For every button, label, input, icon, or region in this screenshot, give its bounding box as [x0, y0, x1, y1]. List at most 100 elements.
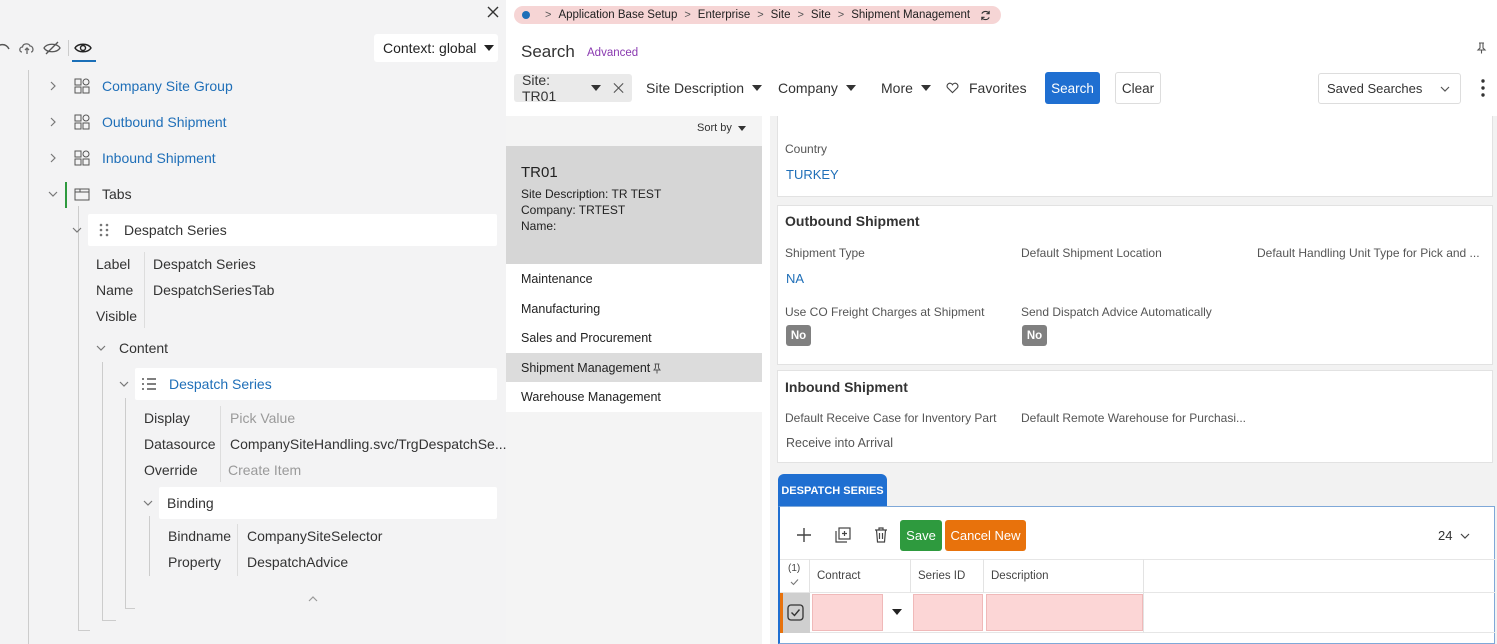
cloud-upload-icon[interactable]	[18, 40, 36, 56]
nav-item-label: Warehouse Management	[521, 390, 661, 404]
chevron-right-icon[interactable]	[48, 117, 58, 127]
caret-down-icon[interactable]	[892, 609, 902, 615]
tree-label[interactable]: Despatch Series	[169, 376, 272, 392]
context-selector[interactable]: Context: global	[374, 34, 498, 62]
tree-guide	[125, 398, 126, 608]
prop-value[interactable]: DespatchSeriesTab	[153, 282, 274, 298]
record-card-selected[interactable]: TR01 Site Description: TR TEST Company: …	[506, 146, 762, 264]
send-dispatch-badge: No	[1022, 325, 1047, 346]
prop-key: Label	[96, 256, 131, 272]
caret-down-icon	[845, 85, 856, 91]
advanced-search-link[interactable]: Advanced	[587, 47, 638, 59]
shipment-type-value[interactable]: NA	[786, 271, 804, 286]
tree-item-despatch-series-list[interactable]: Despatch Series	[119, 372, 272, 396]
tree-label[interactable]: Tabs	[102, 186, 132, 202]
prop-value[interactable]: DespatchAdvice	[247, 554, 348, 570]
tree-item-company-site-group[interactable]: Company Site Group	[48, 74, 233, 98]
prop-value[interactable]: CompanySiteSelector	[247, 528, 382, 544]
caret-down-icon[interactable]	[590, 85, 601, 91]
nav-item-sales-procurement[interactable]: Sales and Procurement	[506, 323, 762, 353]
breadcrumb-item[interactable]: Application Base Setup	[558, 9, 677, 21]
tree-item-content[interactable]: Content	[96, 336, 168, 360]
delete-icon[interactable]	[873, 527, 889, 543]
duplicate-icon[interactable]	[835, 527, 851, 543]
tree-label[interactable]: Content	[119, 340, 168, 356]
add-icon[interactable]	[796, 527, 812, 543]
breadcrumb-separator: >	[545, 9, 552, 21]
favorites-filter[interactable]: Favorites	[946, 74, 1027, 102]
nav-item-label: Shipment Management	[521, 361, 651, 375]
nav-item-manufacturing[interactable]: Manufacturing	[506, 294, 762, 324]
site-filter-chip[interactable]: Site: TR01	[514, 72, 632, 104]
more-filters[interactable]: More	[881, 74, 931, 102]
saved-searches-label: Saved Searches	[1327, 81, 1423, 96]
breadcrumb-item[interactable]: Site	[811, 9, 831, 21]
tree-label[interactable]: Inbound Shipment	[102, 150, 216, 166]
field-label: Default Handling Unit Type for Pick and …	[1257, 246, 1480, 260]
tree-label[interactable]: Binding	[167, 495, 214, 511]
prop-value[interactable]: Despatch Series	[153, 256, 256, 272]
saved-searches-dropdown[interactable]: Saved Searches	[1318, 73, 1461, 104]
chevron-right-icon[interactable]	[48, 81, 58, 91]
drag-handle-icon[interactable]	[98, 222, 110, 238]
prop-value-placeholder[interactable]: Pick Value	[230, 410, 295, 426]
site-description-filter[interactable]: Site Description	[646, 74, 763, 102]
list-icon	[142, 378, 156, 390]
chevron-down-icon[interactable]	[143, 498, 153, 508]
prop-key: Display	[144, 410, 190, 426]
breadcrumb-item[interactable]: Enterprise	[698, 9, 750, 21]
undo-icon[interactable]	[0, 40, 12, 56]
contract-input[interactable]	[812, 594, 883, 631]
sort-by-dropdown[interactable]: Sort by	[697, 122, 746, 134]
column-header-description[interactable]: Description	[984, 559, 1144, 593]
save-button[interactable]: Save	[900, 520, 942, 551]
refresh-icon[interactable]	[980, 10, 991, 21]
eye-icon[interactable]	[74, 40, 92, 56]
column-header-contract[interactable]: Contract	[810, 559, 911, 593]
chevron-down-icon[interactable]	[96, 343, 106, 353]
chevron-down-icon[interactable]	[48, 189, 58, 199]
tree-label[interactable]: Despatch Series	[124, 222, 227, 238]
breadcrumb-item-current: Shipment Management	[851, 9, 971, 21]
tab-despatch-series[interactable]: DESPATCH SERIES	[778, 474, 887, 507]
nav-item-label: Maintenance	[521, 272, 593, 286]
chevron-up-icon[interactable]	[308, 595, 318, 603]
column-header-series-id[interactable]: Series ID	[911, 559, 984, 593]
prop-key: Datasource	[144, 436, 216, 452]
search-button[interactable]: Search	[1045, 72, 1100, 104]
close-icon[interactable]	[486, 5, 500, 19]
clear-button[interactable]: Clear	[1115, 72, 1161, 104]
cancel-new-button[interactable]: Cancel New	[945, 520, 1026, 551]
description-input[interactable]	[986, 594, 1143, 631]
checkbox-checked-icon[interactable]	[787, 604, 804, 621]
field-label: Use CO Freight Charges at Shipment	[785, 305, 985, 319]
series-id-input[interactable]	[913, 594, 983, 631]
company-filter[interactable]: Company	[778, 74, 856, 102]
page-size-selector[interactable]: 24	[1438, 528, 1470, 543]
tree-label[interactable]: Outbound Shipment	[102, 114, 227, 130]
tree-item-despatch-series-tab[interactable]: Despatch Series	[72, 218, 227, 242]
nav-item-warehouse-management[interactable]: Warehouse Management	[506, 382, 762, 412]
nav-item-shipment-management[interactable]: Shipment Management	[506, 353, 762, 383]
pin-icon[interactable]	[1476, 42, 1487, 54]
chevron-right-icon[interactable]	[48, 153, 58, 163]
more-options-icon[interactable]	[1480, 78, 1486, 98]
nav-item-maintenance[interactable]: Maintenance	[506, 264, 762, 294]
breadcrumb-item[interactable]: Site	[771, 9, 791, 21]
tree-label[interactable]: Company Site Group	[102, 78, 233, 94]
tree-item-tabs[interactable]: Tabs	[48, 182, 132, 206]
visibility-off-icon[interactable]	[43, 40, 61, 56]
prop-value-placeholder[interactable]: Create Item	[228, 462, 301, 478]
chevron-down-icon[interactable]	[119, 379, 129, 389]
country-value[interactable]: TURKEY	[786, 167, 839, 182]
prop-value[interactable]: CompanySiteHandling.svc/TrgDespatchSe...	[230, 436, 506, 452]
receive-case-value: Receive into Arrival	[786, 436, 893, 450]
navigator-dot-icon[interactable]	[522, 11, 530, 19]
tree-item-outbound-shipment[interactable]: Outbound Shipment	[48, 110, 227, 134]
chevron-down-icon[interactable]	[72, 225, 82, 235]
clear-filter-icon[interactable]	[613, 82, 624, 94]
check-icon[interactable]	[790, 578, 799, 586]
pin-icon[interactable]	[653, 363, 662, 374]
tree-item-binding[interactable]: Binding	[143, 491, 214, 515]
tree-item-inbound-shipment[interactable]: Inbound Shipment	[48, 146, 216, 170]
